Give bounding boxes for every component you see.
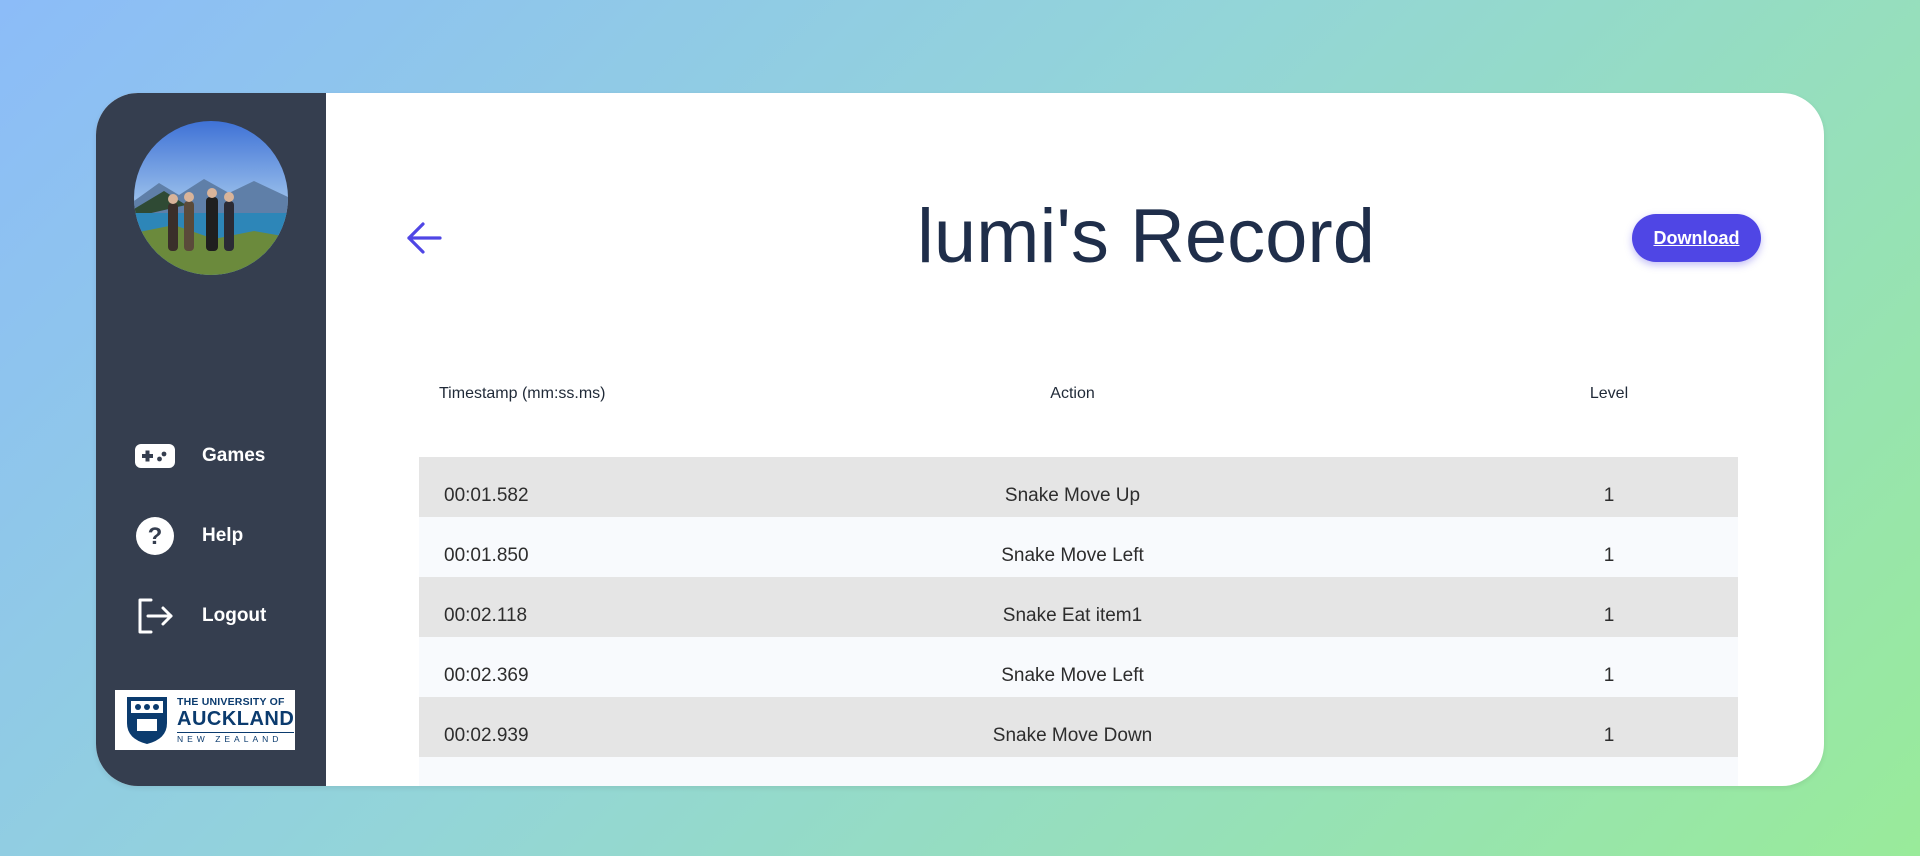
column-header-timestamp: Timestamp (mm:ss.ms)	[439, 385, 606, 402]
gamepad-icon	[134, 435, 176, 477]
logo-line-2: AUCKLAND	[177, 708, 295, 730]
table-row: 00:02.118 Snake Eat item1 1	[419, 577, 1738, 637]
table-header: Timestamp (mm:ss.ms) Action Level	[419, 385, 1738, 413]
table-row: 00:02.939 Snake Move Down 1	[419, 697, 1738, 757]
cell-level: 1	[1603, 485, 1615, 506]
logout-icon	[134, 595, 176, 637]
help-circle-icon: ?	[134, 515, 176, 557]
sidebar-item-label: Logout	[202, 605, 267, 626]
cell-timestamp: 00:01.850	[444, 545, 529, 566]
cell-level: 1	[1603, 605, 1615, 626]
cell-timestamp: 00:01.582	[444, 485, 529, 506]
cell-action: Snake Move Down	[992, 725, 1153, 746]
cell-timestamp: 00:02.118	[444, 605, 528, 626]
column-header-level: Level	[1589, 385, 1629, 402]
download-button[interactable]: Download	[1632, 214, 1761, 262]
column-header-action: Action	[1050, 385, 1095, 402]
table-row: 00:01.850 Snake Move Left 1	[419, 517, 1738, 577]
sidebar-item-logout[interactable]: Logout	[134, 591, 266, 641]
sidebar-item-games[interactable]: Games	[134, 431, 265, 481]
logo-line-3: NEW ZEALAND	[177, 732, 295, 744]
page-title: lumi's Record	[917, 194, 1375, 279]
logo-line-1: THE UNIVERSITY OF	[177, 695, 285, 708]
cell-level: 1	[1603, 545, 1615, 566]
cell-action: Snake Move Up	[1004, 485, 1141, 506]
cell-level: 1	[1603, 725, 1615, 746]
cell-action: Snake Move Left	[1001, 665, 1144, 686]
sidebar-item-label: Games	[202, 445, 266, 466]
cell-action: Snake Eat item1	[1002, 605, 1143, 626]
cell-timestamp: 00:02.939	[444, 725, 529, 746]
crest-icon	[127, 697, 167, 744]
sidebar-item-label: Help	[202, 525, 244, 546]
avatar	[134, 121, 288, 275]
table-row: 00:02.369 Snake Move Left 1	[419, 637, 1738, 697]
cell-timestamp: 00:02.369	[444, 665, 529, 686]
university-logo: THE UNIVERSITY OF AUCKLAND NEW ZEALAND	[115, 690, 295, 750]
table-row	[419, 757, 1738, 786]
back-arrow-icon[interactable]	[404, 218, 444, 258]
sidebar: Games ? Help Logout THE UNIVERSITY OF AU…	[96, 93, 326, 786]
cell-action: Snake Move Left	[1001, 545, 1144, 566]
main-card: Games ? Help Logout THE UNIVERSITY OF AU…	[96, 93, 1824, 786]
table-row: 00:01.582 Snake Move Up 1	[419, 457, 1738, 517]
sidebar-item-help[interactable]: ? Help	[134, 511, 243, 561]
svg-text:?: ?	[148, 523, 163, 550]
cell-level: 1	[1603, 665, 1615, 686]
